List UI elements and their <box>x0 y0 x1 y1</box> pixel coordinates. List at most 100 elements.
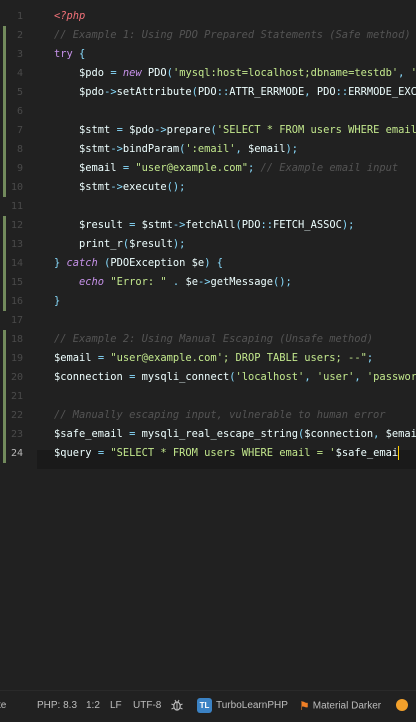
code-line[interactable]: $safe_email = mysqli_real_escape_string(… <box>54 425 416 444</box>
theme-name: Material Darker <box>312 700 382 712</box>
code-token: $stmt <box>141 219 173 231</box>
code-token: mysqli_real_escape_string <box>141 428 299 440</box>
line-number[interactable]: 21 <box>0 387 37 406</box>
line-number[interactable]: 20 <box>0 368 37 387</box>
code-token: $safe_emai <box>335 447 399 459</box>
line-number[interactable]: 16 <box>0 292 37 311</box>
line-number[interactable]: 9 <box>0 159 37 178</box>
code-token: "SELECT * FROM users WHERE email = ' <box>110 447 336 459</box>
code-token: "user@example.com'; DROP TABLE users; --… <box>110 352 367 364</box>
code-line[interactable]: $pdo = new PDO('mysql:host=localhost;dbn… <box>54 64 416 83</box>
code-line[interactable]: } <box>54 292 60 311</box>
code-token: -> <box>104 86 117 98</box>
code-token: 'user' <box>411 67 416 79</box>
line-number[interactable]: 7 <box>0 121 37 140</box>
code-token: $pdo <box>129 124 155 136</box>
code-token: $pdo <box>79 86 105 98</box>
code-line[interactable]: $pdo->setAttribute(PDO::ATTR_ERRMODE, PD… <box>54 83 416 102</box>
code-editor[interactable]: 1 2 3 4 5 6 7 8 9 10 11 12 13 14 15 16 17 18 19 20 21 22 23 24 … <box>0 0 416 655</box>
line-number[interactable]: 18 <box>0 330 37 349</box>
line-number[interactable]: 11 <box>0 197 37 216</box>
code-token: new <box>122 67 142 79</box>
line-number[interactable]: 4 <box>0 64 37 83</box>
code-token: PDO <box>310 86 336 98</box>
line-number[interactable]: 6 <box>0 102 37 121</box>
notification-dot-icon[interactable] <box>396 691 408 721</box>
code-token: :: <box>260 219 274 231</box>
code-token: { <box>216 257 223 269</box>
line-number[interactable]: 17 <box>0 311 37 330</box>
code-token: ERRMODE_EXCEPTION <box>348 86 416 98</box>
code-line[interactable]: print_r($result); <box>54 235 185 254</box>
line-number[interactable]: 5 <box>0 83 37 102</box>
code-line[interactable]: $stmt->bindParam(':email', $email); <box>54 140 298 159</box>
line-number[interactable]: 2 <box>0 26 37 45</box>
code-line[interactable]: $query = "SELECT * FROM users WHERE emai… <box>54 444 400 463</box>
code-line[interactable]: try { <box>54 45 85 64</box>
code-line[interactable]: <?php <box>54 7 85 26</box>
code-token: ':email' <box>185 143 236 155</box>
code-token: -> <box>110 181 123 193</box>
php-version[interactable]: PHP: 8.3 <box>37 691 77 721</box>
code-token: -> <box>110 143 123 155</box>
line-number[interactable]: 24 <box>0 444 37 463</box>
code-token: try <box>54 48 73 60</box>
code-token: $connection <box>304 428 374 440</box>
code-token: // Example email input <box>260 162 399 174</box>
code-token: ATTR_ERRMODE <box>229 86 305 98</box>
plugin-widget[interactable]: TL TurboLearnPHP <box>197 691 288 721</box>
line-ending[interactable]: LF <box>110 691 122 721</box>
line-number-gutter[interactable]: 1 2 3 4 5 6 7 8 9 10 11 12 13 14 15 16 17 18 19 20 21 22 23 24 <box>0 0 37 655</box>
code-area[interactable]: <?php // Example 1: Using PDO Prepared St… <box>54 0 416 655</box>
theme-widget[interactable]: ⚑ Material Darker <box>299 691 381 721</box>
line-number[interactable]: 22 <box>0 406 37 425</box>
line-number[interactable]: 14 <box>0 254 37 273</box>
code-token: $stmt <box>79 143 111 155</box>
line-number[interactable]: 23 <box>0 425 37 444</box>
code-line[interactable]: // Example 2: Using Manual Escaping (Uns… <box>54 330 373 349</box>
line-number[interactable]: 19 <box>0 349 37 368</box>
code-token: $result <box>129 238 173 250</box>
code-token: $e <box>191 257 205 269</box>
line-number[interactable]: 8 <box>0 140 37 159</box>
line-number[interactable]: 15 <box>0 273 37 292</box>
code-line[interactable]: // Manually escaping input, vulnerable t… <box>54 406 386 425</box>
code-token: 'user' <box>316 371 355 383</box>
cursor-position[interactable]: 1:2 <box>86 691 100 721</box>
code-line[interactable]: // Example 1: Using PDO Prepared Stateme… <box>54 26 411 45</box>
code-token: ); <box>172 238 186 250</box>
code-token: 'mysql:host=localhost;dbname=testdb' <box>172 67 399 79</box>
code-token: { <box>79 48 86 60</box>
text-caret <box>398 446 400 460</box>
code-token: (); <box>273 276 292 288</box>
code-token: ); <box>285 143 299 155</box>
line-number[interactable]: 12 <box>0 216 37 235</box>
code-token: -> <box>197 276 211 288</box>
code-line[interactable]: $connection = mysqli_connect('localhost'… <box>54 368 416 387</box>
code-line[interactable]: $stmt = $pdo->prepare('SELECT * FROM use… <box>54 121 416 140</box>
code-token: PDO <box>241 219 261 231</box>
code-line[interactable]: $stmt->execute(); <box>54 178 185 197</box>
code-token: PDO <box>141 67 167 79</box>
code-token: 'password' <box>366 371 416 383</box>
code-token: $email <box>385 428 416 440</box>
code-line[interactable]: echo "Error: " . $e->getMessage(); <box>54 273 292 292</box>
line-number[interactable]: 3 <box>0 45 37 64</box>
code-line[interactable]: $email = "user@example.com'; DROP TABLE … <box>54 349 373 368</box>
code-line[interactable]: } catch (PDOException $e) { <box>54 254 223 273</box>
code-token: 'localhost' <box>235 371 305 383</box>
line-number[interactable]: 10 <box>0 178 37 197</box>
code-line[interactable]: $email = "user@example.com"; // Example … <box>54 159 398 178</box>
code-token: // Example 1: Using PDO Prepared Stateme… <box>54 29 411 41</box>
status-left-fragment[interactable]: te <box>0 691 6 721</box>
file-encoding[interactable]: UTF-8 <box>133 691 161 721</box>
code-line[interactable]: $result = $stmt->fetchAll(PDO::FETCH_ASS… <box>54 216 354 235</box>
code-token: // Manually escaping input, vulnerable t… <box>54 409 386 421</box>
bug-icon[interactable] <box>170 691 184 721</box>
line-number[interactable]: 13 <box>0 235 37 254</box>
line-number[interactable]: 1 <box>0 7 37 26</box>
